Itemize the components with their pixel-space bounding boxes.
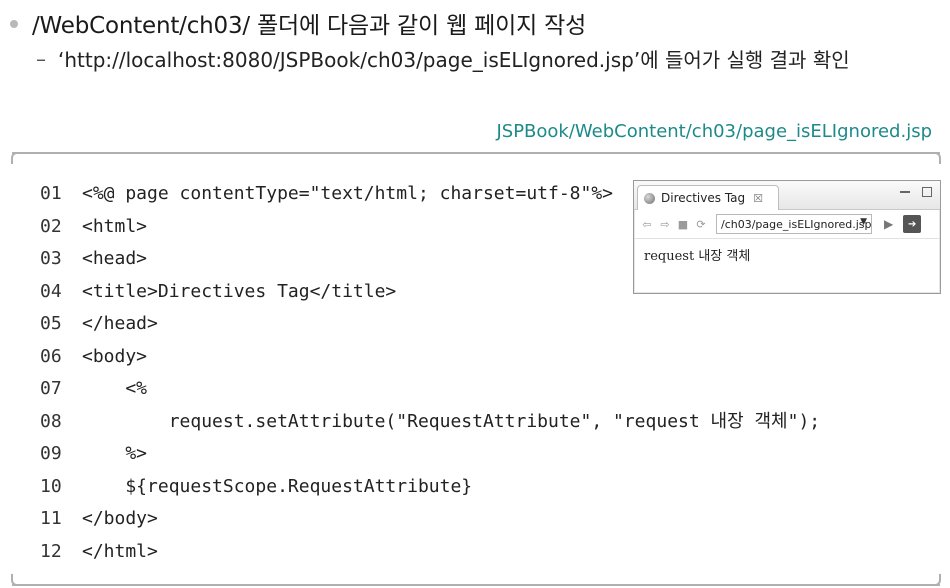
line-number: 05 bbox=[40, 313, 62, 334]
dash: – bbox=[36, 46, 46, 71]
code-line: 11 </body> bbox=[40, 503, 820, 536]
corner bbox=[11, 152, 21, 164]
code-line: 12 </html> bbox=[40, 536, 820, 569]
code-text: </html> bbox=[82, 540, 158, 562]
file-path-label: JSPBook/WebContent/ch03/page_isELIgnored… bbox=[496, 121, 932, 142]
slide-heading: /WebContent/ch03/ 폴더에 다음과 같이 웹 페이지 작성 bbox=[10, 6, 586, 40]
code-line: 10 ${requestScope.RequestAttribute} bbox=[40, 471, 820, 504]
bullet-icon bbox=[10, 20, 18, 28]
line-number: 03 bbox=[40, 248, 62, 269]
corner bbox=[931, 574, 941, 586]
code-text: </body> bbox=[82, 508, 158, 529]
code-text: <head> bbox=[82, 248, 148, 269]
maximize-icon[interactable] bbox=[922, 187, 932, 197]
globe-icon bbox=[644, 192, 655, 204]
browser-tab[interactable]: Directives Tag ☒ bbox=[637, 185, 779, 210]
line-number: 04 bbox=[40, 280, 62, 302]
line-number: 08 bbox=[40, 410, 62, 432]
code-line: 07 <% bbox=[40, 373, 820, 406]
browser-content: request 내장 객체 bbox=[634, 239, 940, 270]
code-text: %> bbox=[82, 443, 148, 464]
code-text: request.setAttribute("RequestAttribute",… bbox=[82, 410, 821, 432]
line-number: 01 bbox=[40, 183, 62, 204]
browser-window: Directives Tag ☒ ⇦ ⇨ ■ ⟳ /ch03/page_isEL… bbox=[633, 180, 941, 294]
sub-instruction: – ‘http://localhost:8080/JSPBook/ch03/pa… bbox=[36, 44, 850, 73]
line-number: 09 bbox=[40, 443, 62, 464]
content-word: request bbox=[644, 249, 695, 264]
heading-text: /WebContent/ch03/ 폴더에 다음과 같이 웹 페이지 작성 bbox=[32, 13, 587, 39]
line-number: 12 bbox=[40, 540, 62, 562]
tab-close-icon[interactable]: ☒ bbox=[753, 192, 763, 205]
content-rest: 내장 객체 bbox=[694, 249, 751, 264]
code-text: <html> bbox=[82, 215, 148, 237]
sub-instruction-text: ‘http://localhost:8080/JSPBook/ch03/page… bbox=[58, 48, 850, 72]
code-line: 08 request.setAttribute("RequestAttribut… bbox=[40, 406, 820, 439]
code-text: ${requestScope.RequestAttribute} bbox=[82, 475, 473, 497]
code-text: <% bbox=[82, 378, 148, 399]
code-text: <title>Directives Tag</title> bbox=[82, 280, 397, 302]
line-number: 02 bbox=[40, 215, 62, 237]
external-browser-icon[interactable]: ➔ bbox=[903, 215, 922, 233]
line-number: 06 bbox=[40, 345, 62, 367]
code-text: <%@ page contentType="text/html; charset… bbox=[82, 183, 614, 204]
minimize-icon[interactable] bbox=[900, 191, 910, 193]
code-line: 05 </head> bbox=[40, 308, 820, 341]
line-number: 11 bbox=[40, 508, 62, 529]
code-text: </head> bbox=[82, 313, 158, 334]
url-text: /ch03/page_isELIgnored.jsp bbox=[721, 217, 872, 231]
browser-toolbar: ⇦ ⇨ ■ ⟳ /ch03/page_isELIgnored.jsp ▼ ▶ ➔ bbox=[634, 210, 940, 239]
go-icon[interactable]: ▶ bbox=[884, 217, 893, 231]
corner bbox=[11, 574, 21, 586]
forward-icon[interactable]: ⇨ bbox=[658, 217, 672, 231]
stop-icon[interactable]: ■ bbox=[676, 217, 690, 231]
browser-tabbar: Directives Tag ☒ bbox=[634, 181, 940, 210]
line-number: 10 bbox=[40, 475, 62, 497]
refresh-icon[interactable]: ⟳ bbox=[694, 217, 708, 231]
back-icon[interactable]: ⇦ bbox=[640, 217, 654, 231]
code-line: 06 <body> bbox=[40, 341, 820, 374]
corner bbox=[931, 152, 941, 164]
window-controls bbox=[900, 187, 932, 197]
line-number: 07 bbox=[40, 378, 62, 399]
code-text: <body> bbox=[82, 345, 148, 367]
url-field[interactable]: /ch03/page_isELIgnored.jsp ▼ bbox=[716, 214, 872, 234]
chevron-down-icon[interactable]: ▼ bbox=[860, 217, 867, 227]
browser-tab-title: Directives Tag bbox=[661, 191, 746, 205]
code-line: 09 %> bbox=[40, 438, 820, 471]
